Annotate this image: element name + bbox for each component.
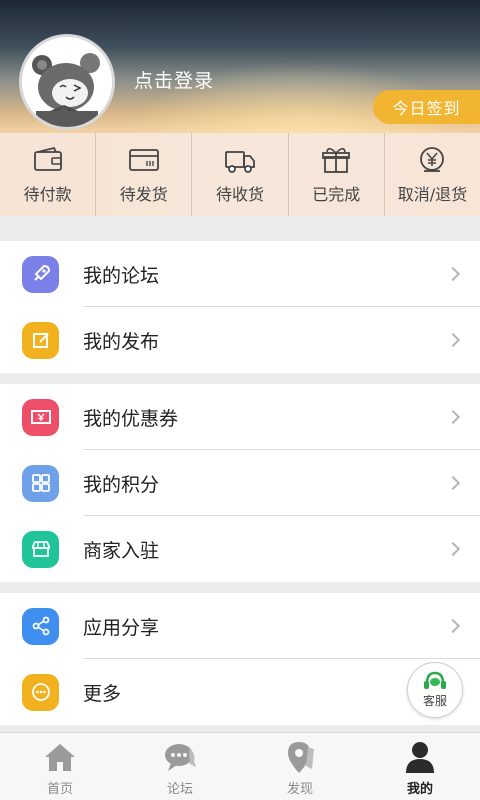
- chevron-right-icon: [445, 332, 461, 348]
- headset-icon: [424, 671, 446, 689]
- chevron-right-icon: [445, 409, 461, 425]
- grid-icon: [22, 464, 59, 502]
- daily-checkin-button[interactable]: 今日签到: [373, 90, 480, 124]
- order-label: 已完成: [312, 184, 361, 204]
- chevron-right-icon: [445, 475, 461, 491]
- order-label: 待付款: [23, 184, 72, 204]
- shop-icon: [22, 530, 59, 568]
- menu-item-merchant[interactable]: 商家入驻: [0, 516, 480, 582]
- truck-icon: [225, 150, 255, 173]
- menu-item-points[interactable]: 我的积分: [0, 450, 480, 516]
- wallet-icon: [33, 146, 62, 171]
- order-pending-receipt[interactable]: 待收货: [192, 133, 289, 216]
- menu-group-other: 应用分享 更多: [0, 593, 480, 725]
- tab-discover[interactable]: 发现: [240, 733, 360, 800]
- menu-group-account: 我的优惠券 我的积分 商家入驻: [0, 384, 480, 582]
- tab-label: 我的: [406, 782, 433, 797]
- login-link[interactable]: 点击登录: [134, 66, 214, 93]
- menu-label: 更多: [83, 682, 122, 705]
- order-label: 待收货: [216, 184, 265, 204]
- menu-label: 我的积分: [83, 473, 160, 496]
- profile-header: 点击登录 今日签到: [0, 0, 480, 133]
- user-icon: [406, 742, 434, 773]
- chevron-right-icon: [445, 266, 461, 282]
- tab-forum[interactable]: 论坛: [120, 733, 240, 800]
- order-status-bar: 待付款 待发货 待收货 已完成 取消/退货: [0, 133, 480, 216]
- chevron-right-icon: [445, 618, 461, 634]
- yen-return-icon: [420, 146, 445, 172]
- order-cancel-return[interactable]: 取消/退货: [385, 133, 480, 216]
- order-label: 取消/退货: [397, 184, 468, 204]
- menu-label: 我的发布: [83, 330, 160, 353]
- customer-service-label: 客服: [422, 694, 447, 708]
- customer-service-button[interactable]: 客服: [407, 662, 463, 718]
- avatar[interactable]: [19, 34, 115, 130]
- rocket-icon: [22, 255, 59, 293]
- more-icon: [22, 673, 59, 711]
- gift-icon: [322, 147, 351, 173]
- menu-item-publish[interactable]: 我的发布: [0, 307, 480, 373]
- edit-icon: [22, 321, 59, 359]
- menu-item-share[interactable]: 应用分享: [0, 593, 480, 659]
- tab-label: 论坛: [166, 782, 193, 797]
- home-icon: [45, 744, 75, 771]
- order-completed[interactable]: 已完成: [289, 133, 385, 216]
- location-icon: [288, 742, 314, 773]
- bear-avatar-icon: [22, 37, 112, 127]
- tab-mine[interactable]: 我的: [360, 733, 480, 800]
- tab-label: 首页: [46, 782, 73, 797]
- menu-label: 我的优惠券: [83, 407, 179, 430]
- tab-label: 发现: [286, 782, 313, 797]
- menu-label: 应用分享: [83, 616, 160, 639]
- menu-item-forum[interactable]: 我的论坛: [0, 241, 480, 307]
- card-icon: [128, 148, 159, 171]
- bottom-tab-bar: 首页 论坛 发现 我的: [0, 732, 480, 800]
- order-pending-payment[interactable]: 待付款: [0, 133, 97, 216]
- order-pending-shipment[interactable]: 待发货: [96, 133, 193, 216]
- chevron-right-icon: [445, 541, 461, 557]
- menu-item-coupons[interactable]: 我的优惠券: [0, 384, 480, 450]
- coupon-icon: [22, 398, 59, 436]
- menu-group-forum: 我的论坛 我的发布: [0, 241, 480, 373]
- order-label: 待发货: [119, 184, 168, 204]
- chat-icon: [165, 744, 196, 771]
- tab-home[interactable]: 首页: [0, 733, 120, 800]
- menu-label: 我的论坛: [83, 264, 160, 287]
- share-icon: [22, 607, 59, 645]
- menu-label: 商家入驻: [83, 539, 160, 562]
